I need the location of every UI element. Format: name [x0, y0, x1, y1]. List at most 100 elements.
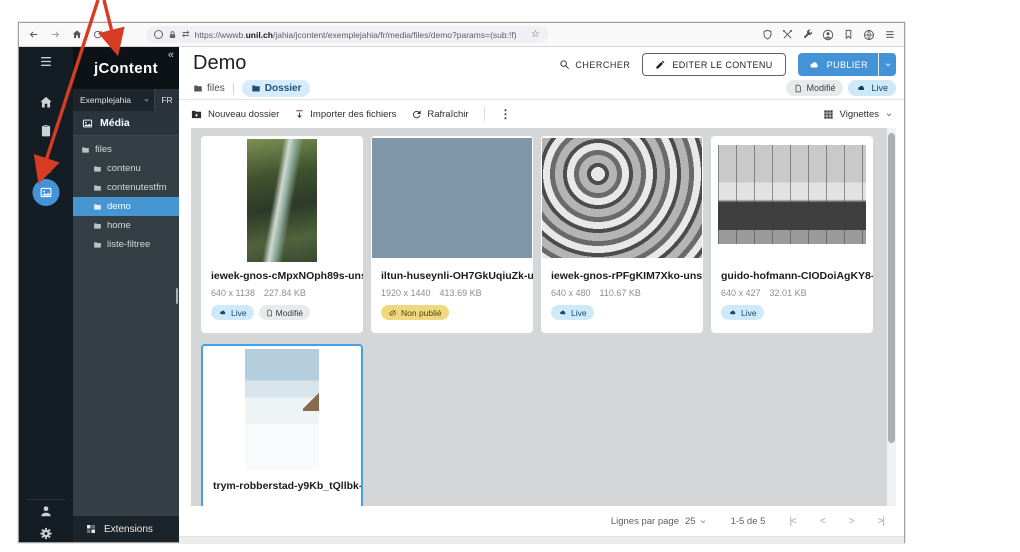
tree-item-home[interactable]: home [73, 216, 179, 235]
last-page-button[interactable]: >| [878, 516, 884, 527]
accordion-media[interactable]: Média [73, 111, 179, 136]
badge-live: Live [721, 305, 764, 320]
burger-menu-icon[interactable] [38, 55, 54, 68]
status-badge-live: Live [848, 80, 896, 96]
forward-icon[interactable] [49, 29, 62, 40]
file-thumbnail [201, 136, 363, 264]
browser-actions [762, 29, 896, 41]
edit-content-button[interactable]: EDITER LE CONTENU [642, 53, 785, 76]
tree-scrollbar[interactable] [176, 288, 178, 304]
lock-icon[interactable] [168, 30, 177, 40]
accordion-media-label: Média [100, 117, 130, 129]
badge-live: Live [211, 305, 254, 320]
import-files-button[interactable]: Importer des fichiers [294, 109, 396, 120]
badge-live: Live [551, 305, 594, 320]
grid-scrollbar[interactable] [887, 128, 896, 506]
file-name: iewek-gnos-cMpxNOph89s-uns... [201, 264, 363, 282]
site-selector-row: Exemplejahia FR [73, 89, 179, 111]
globe-icon[interactable] [863, 29, 875, 41]
file-name: iewek-gnos-rPFgKIM7Xko-unspl... [541, 264, 703, 282]
publish-button[interactable]: PUBLIER [798, 53, 878, 76]
rail-pages-disabled-icon[interactable] [39, 159, 53, 174]
rail-home-icon[interactable] [38, 95, 54, 110]
jcontent-app: jContent « Exemplejahia FR Média files c… [19, 47, 904, 542]
rail-settings-gear-icon[interactable] [39, 526, 54, 541]
toolbar-divider [484, 107, 485, 121]
menu-icon[interactable] [884, 29, 896, 40]
badge-unpublished: Non publié [381, 305, 449, 320]
tree-item-files[interactable]: files [73, 140, 179, 159]
file-meta: 1920 x 1440413.69 KB [371, 282, 533, 298]
rail-divider [27, 499, 65, 500]
language-switcher[interactable]: FR [154, 89, 179, 111]
wrench-icon[interactable] [802, 29, 813, 40]
bottom-strip [179, 536, 904, 544]
tools-cross-icon[interactable] [782, 29, 793, 40]
breadcrumb-current-chip[interactable]: Dossier [242, 80, 311, 97]
breadcrumb-divider [233, 83, 234, 95]
publish-split-button: PUBLIER [798, 53, 896, 76]
back-icon[interactable] [27, 29, 40, 40]
page-header: Demo files Dossier [179, 47, 904, 100]
status-badge-modified: Modifié [786, 80, 843, 96]
url-text: https://wwwb.unil.ch/jahia/jcontent/exem… [195, 30, 526, 40]
save-to-pocket-icon[interactable] [843, 29, 854, 40]
tree-item-demo[interactable]: demo [73, 197, 179, 216]
badge-modified: Modifié [259, 305, 310, 320]
file-card-5-selected[interactable]: trym-robberstad-y9Kb_tQllbk-u... [201, 344, 363, 506]
rail-content-icon[interactable] [39, 123, 53, 138]
home-icon[interactable] [71, 29, 83, 40]
grid-scrollbar-thumb[interactable] [888, 133, 895, 443]
file-card-4[interactable]: guido-hofmann-CIODoiAgKY8-u... 640 x 427… [711, 136, 873, 333]
switch-icon[interactable]: ⇄ [182, 29, 190, 40]
publish-menu-chevron[interactable] [878, 53, 896, 76]
tree-item-contenu[interactable]: contenu [73, 159, 179, 178]
reload-icon[interactable] [92, 29, 103, 40]
tree-item-liste-filtree[interactable]: liste-filtree [73, 235, 179, 254]
bookmark-star-icon[interactable]: ☆ [531, 29, 540, 40]
file-meta: 640 x 480110.67 KB [541, 282, 703, 298]
browser-window: ⇄ https://wwwb.unil.ch/jahia/jcontent/ex… [18, 22, 905, 543]
previous-page-button[interactable]: < [820, 516, 825, 527]
search-button[interactable]: CHERCHER [559, 59, 630, 70]
file-card-1[interactable]: iewek-gnos-cMpxNOph89s-uns... 640 x 1138… [201, 136, 363, 333]
publication-status: Modifié Live [786, 80, 896, 96]
pagination-bar: Lignes par page 25 1-5 de 5 |< < > >| [179, 506, 904, 536]
sidebar-panel: jContent « Exemplejahia FR Média files c… [73, 47, 179, 542]
file-toolbar: Nouveau dossier Importer des fichiers Ra… [179, 100, 904, 128]
url-bar[interactable]: ⇄ https://wwwb.unil.ch/jahia/jcontent/ex… [146, 26, 548, 43]
file-thumbnail [711, 136, 873, 264]
logo-bar: jContent « [73, 47, 179, 89]
tracking-protection-icon[interactable] [154, 30, 163, 39]
file-meta: 640 x 1138227.84 KB [201, 282, 363, 298]
account-icon[interactable] [822, 29, 834, 41]
more-actions-button[interactable]: ⋮ [500, 107, 512, 121]
breadcrumb-files[interactable]: files [193, 83, 225, 94]
breadcrumb: files Dossier [193, 80, 310, 97]
refresh-button[interactable]: Rafraîchir [411, 109, 468, 120]
site-chevron-icon[interactable] [139, 89, 154, 111]
site-selector[interactable]: Exemplejahia [73, 89, 139, 111]
view-mode-label: Vignettes [840, 109, 879, 120]
file-card-3[interactable]: iewek-gnos-rPFgKIM7Xko-unspl... 640 x 48… [541, 136, 703, 333]
new-folder-button[interactable]: Nouveau dossier [190, 109, 279, 120]
tree-item-contenutestfm[interactable]: contenutestfm [73, 178, 179, 197]
file-name: guido-hofmann-CIODoiAgKY8-u... [711, 264, 873, 282]
first-page-button[interactable]: |< [789, 516, 795, 527]
file-badges: Live [711, 298, 873, 320]
file-badges: Non publié [371, 298, 533, 320]
privacy-shield-icon[interactable] [762, 29, 773, 40]
navigation-rail [19, 47, 73, 542]
next-page-button[interactable]: > [849, 516, 854, 527]
file-card-2[interactable]: iltun-huseynli-OH7GkUqiuZk-un... 1920 x … [371, 136, 533, 333]
extensions-label: Extensions [104, 524, 153, 535]
rows-per-page-select[interactable]: 25 [685, 516, 707, 527]
view-mode-selector[interactable]: Vignettes [823, 109, 893, 120]
rail-media-icon[interactable] [33, 179, 60, 206]
file-thumbnail [371, 136, 533, 264]
rail-user-icon[interactable] [39, 504, 53, 518]
main-content: Demo files Dossier [179, 47, 904, 542]
folder-tree: files contenu contenutestfm demo home li… [73, 136, 179, 516]
extensions-button[interactable]: Extensions [73, 516, 179, 542]
collapse-panel-icon[interactable]: « [168, 49, 174, 61]
